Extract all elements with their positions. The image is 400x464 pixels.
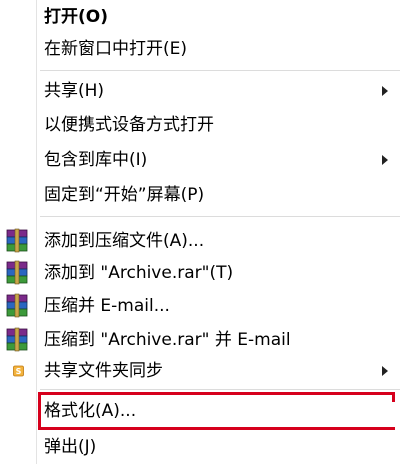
winrar-books-icon	[6, 293, 28, 318]
menu-item-compress-and-email[interactable]: 压缩并 E-mail...	[0, 289, 400, 323]
menu-item-label: 共享文件夹同步	[44, 361, 163, 381]
submenu-arrow-icon	[382, 366, 388, 376]
menu-item-open-new-window[interactable]: 在新窗口中打开(E)	[0, 32, 400, 66]
menu-item-eject[interactable]: 弹出(J)	[0, 430, 400, 464]
menu-item-add-to-archive[interactable]: 添加到压缩文件(A)...	[0, 224, 400, 258]
context-menu: 打开(O) 在新窗口中打开(E) 共享(H) 以便携式设备方式打开 包含到库中(…	[0, 0, 400, 464]
highlight-box	[38, 392, 395, 430]
menu-item-add-to-archive-rar[interactable]: 添加到 "Archive.rar"(T)	[0, 256, 400, 290]
menu-separator	[40, 216, 400, 217]
menu-item-label: 共享(H)	[44, 81, 105, 101]
menu-item-label: 添加到压缩文件(A)...	[44, 231, 205, 251]
winrar-books-icon	[6, 327, 28, 352]
menu-item-label: 以便携式设备方式打开	[44, 115, 214, 135]
menu-item-pin-to-start[interactable]: 固定到“开始”屏幕(P)	[0, 178, 400, 212]
menu-item-label: 压缩到 "Archive.rar" 并 E-mail	[44, 330, 291, 350]
sync-share-icon: S	[13, 365, 24, 377]
winrar-books-icon	[6, 228, 28, 253]
svg-text:S: S	[16, 367, 22, 376]
menu-item-compress-to-rar-and-email[interactable]: 压缩到 "Archive.rar" 并 E-mail	[0, 323, 400, 357]
menu-item-shared-folder-sync[interactable]: S 共享文件夹同步	[0, 354, 400, 388]
highlight-box-right-edge	[392, 392, 395, 402]
menu-item-label: 添加到 "Archive.rar"(T)	[44, 263, 234, 283]
menu-item-label: 固定到“开始”屏幕(P)	[44, 185, 205, 205]
menu-item-label: 在新窗口中打开(E)	[44, 39, 188, 59]
menu-item-label: 弹出(J)	[44, 437, 97, 457]
winrar-books-icon	[6, 260, 28, 285]
menu-item-label: 压缩并 E-mail...	[44, 296, 170, 316]
menu-separator	[40, 389, 400, 390]
menu-item-include-in-library[interactable]: 包含到库中(I)	[0, 143, 400, 177]
submenu-arrow-icon	[382, 86, 388, 96]
menu-item-share[interactable]: 共享(H)	[0, 74, 400, 108]
menu-item-label: 包含到库中(I)	[44, 150, 148, 170]
menu-item-label: 打开(O)	[44, 7, 108, 27]
menu-item-open-as-portable-device[interactable]: 以便携式设备方式打开	[0, 108, 400, 142]
submenu-arrow-icon	[382, 155, 388, 165]
menu-separator	[40, 70, 400, 71]
menu-item-open[interactable]: 打开(O)	[0, 0, 400, 34]
